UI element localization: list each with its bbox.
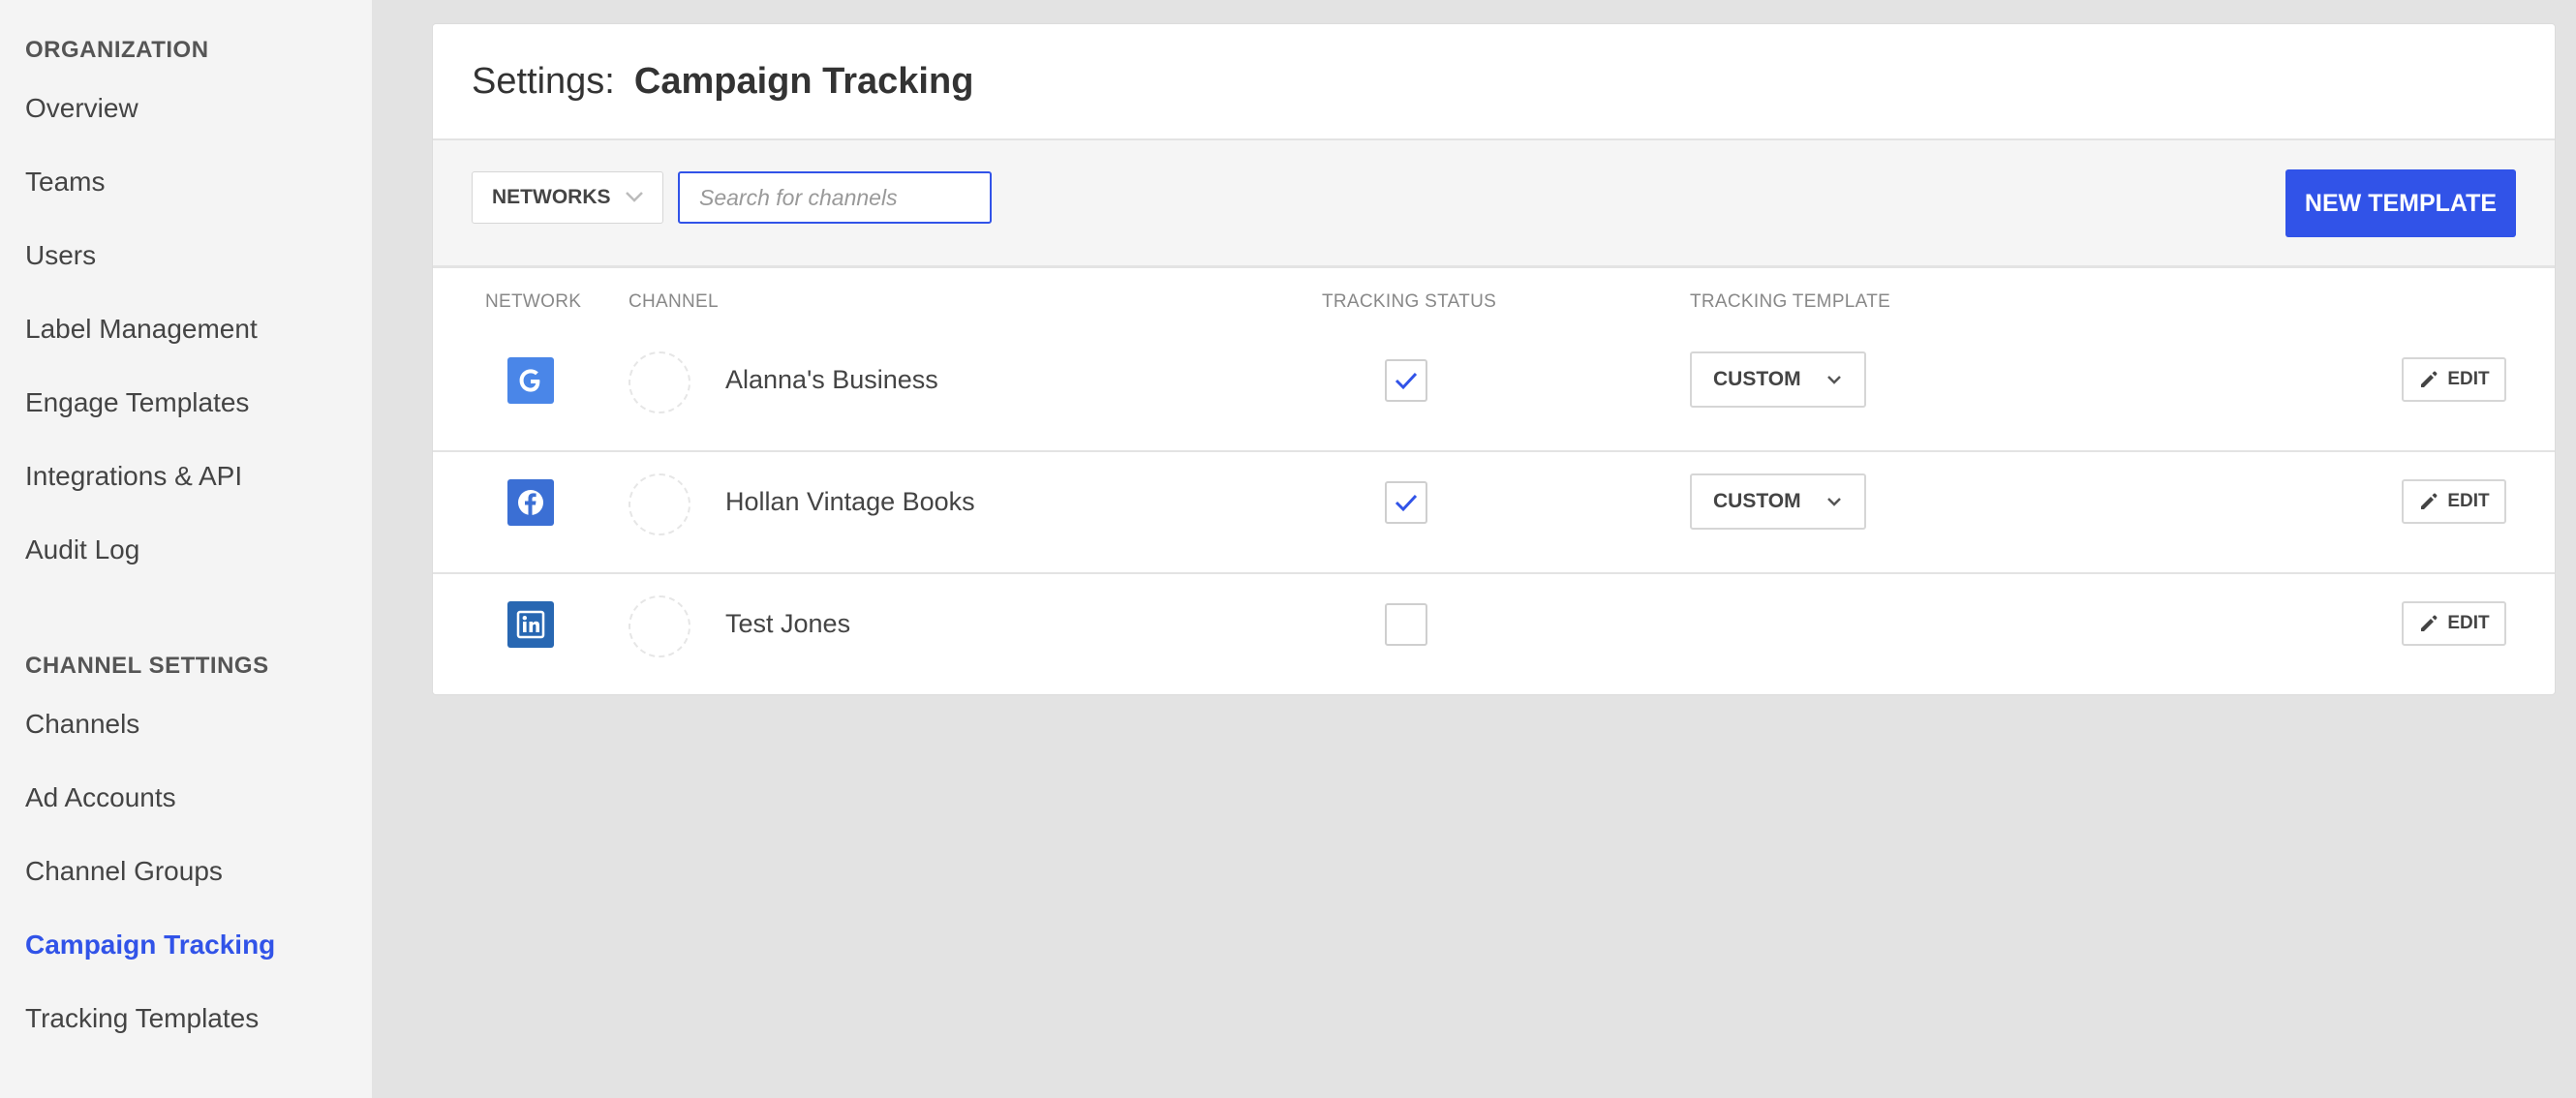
- table-header: NETWORK CHANNEL TRACKING STATUS TRACKING…: [433, 268, 2555, 330]
- sidebar-item-label-management[interactable]: Label Management: [0, 292, 372, 366]
- linkedin-icon: [507, 601, 554, 648]
- sidebar-item-teams[interactable]: Teams: [0, 145, 372, 219]
- sidebar-item-integrations-api[interactable]: Integrations & API: [0, 440, 372, 513]
- page-title-prefix: Settings:: [472, 60, 615, 102]
- edit-button-label: EDIT: [2447, 613, 2490, 633]
- networks-dropdown-label: NETWORKS: [492, 186, 611, 208]
- sidebar-item-tracking-templates[interactable]: Tracking Templates: [0, 982, 372, 1055]
- table-row: Test Jones EDIT: [433, 574, 2555, 694]
- tracking-status-checkbox[interactable]: [1385, 603, 1427, 646]
- page-title: Campaign Tracking: [633, 60, 974, 102]
- column-header-tracking-status: TRACKING STATUS: [1322, 291, 1497, 312]
- sidebar-item-ad-accounts[interactable]: Ad Accounts: [0, 761, 372, 835]
- sidebar: ORGANIZATION Overview Teams Users Label …: [0, 0, 372, 1098]
- column-header-network: NETWORK: [485, 291, 582, 312]
- pencil-icon: [2421, 371, 2438, 387]
- sidebar-item-campaign-tracking[interactable]: Campaign Tracking: [0, 908, 372, 982]
- chevron-down-icon: [1827, 498, 1841, 506]
- sidebar-section-title-organization: ORGANIZATION: [25, 37, 209, 63]
- page-header: Settings: Campaign Tracking: [433, 24, 2555, 140]
- column-header-tracking-template: TRACKING TEMPLATE: [1690, 291, 1891, 312]
- sidebar-item-engage-templates[interactable]: Engage Templates: [0, 366, 372, 440]
- edit-button[interactable]: EDIT: [2402, 357, 2506, 402]
- edit-button-label: EDIT: [2447, 491, 2490, 511]
- pencil-icon: [2421, 615, 2438, 631]
- chevron-down-icon: [1827, 376, 1841, 384]
- google-icon: [507, 357, 554, 404]
- avatar: [629, 595, 690, 657]
- tracking-template-dropdown[interactable]: CUSTOM: [1690, 351, 1866, 408]
- avatar: [629, 351, 690, 413]
- tracking-status-checkbox[interactable]: [1385, 481, 1427, 524]
- channel-name: Alanna's Business: [725, 365, 938, 394]
- tracking-template-value: CUSTOM: [1713, 368, 1801, 390]
- column-header-channel: CHANNEL: [629, 291, 719, 312]
- avatar: [629, 473, 690, 535]
- tracking-template-value: CUSTOM: [1713, 490, 1801, 512]
- table-row: Alanna's Business CUSTOM EDIT: [433, 330, 2555, 452]
- sidebar-item-users[interactable]: Users: [0, 219, 372, 292]
- table-row: Hollan Vintage Books CUSTOM EDIT: [433, 452, 2555, 574]
- edit-button[interactable]: EDIT: [2402, 601, 2506, 646]
- facebook-icon: [507, 479, 554, 526]
- channel-name: Hollan Vintage Books: [725, 487, 975, 516]
- networks-dropdown[interactable]: NETWORKS: [472, 171, 663, 224]
- sidebar-section-title-channel-settings: CHANNEL SETTINGS: [25, 653, 269, 679]
- toolbar: NETWORKS NEW TEMPLATE: [433, 140, 2555, 268]
- check-icon: [1395, 372, 1418, 390]
- sidebar-item-overview[interactable]: Overview: [0, 72, 372, 145]
- sidebar-item-channels[interactable]: Channels: [0, 687, 372, 761]
- pencil-icon: [2421, 493, 2438, 509]
- sidebar-item-audit-log[interactable]: Audit Log: [0, 513, 372, 587]
- edit-button[interactable]: EDIT: [2402, 479, 2506, 524]
- check-icon: [1395, 494, 1418, 512]
- new-template-button[interactable]: NEW TEMPLATE: [2285, 169, 2516, 237]
- tracking-status-checkbox[interactable]: [1385, 359, 1427, 402]
- tracking-template-dropdown[interactable]: CUSTOM: [1690, 473, 1866, 530]
- settings-card: Settings: Campaign Tracking NETWORKS NEW…: [432, 23, 2556, 695]
- search-input[interactable]: [678, 171, 992, 224]
- sidebar-item-channel-groups[interactable]: Channel Groups: [0, 835, 372, 908]
- chevron-down-icon: [626, 192, 643, 202]
- edit-button-label: EDIT: [2447, 369, 2490, 389]
- channel-name: Test Jones: [725, 609, 851, 638]
